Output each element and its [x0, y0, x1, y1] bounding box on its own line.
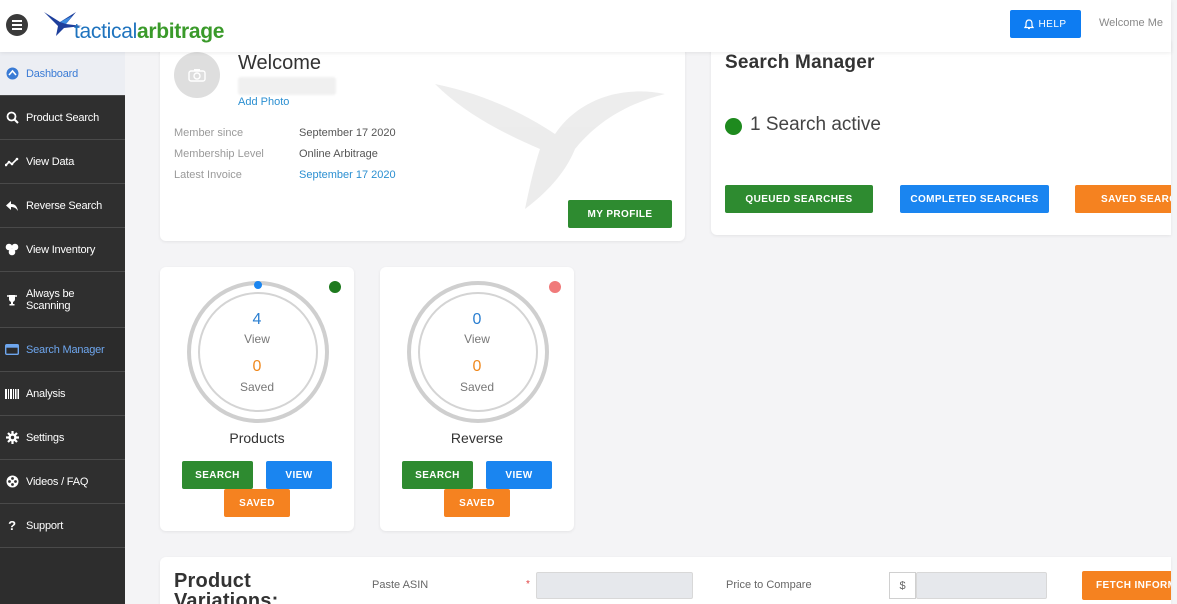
- reverse-saved-count: 0: [472, 358, 482, 375]
- product-variations-card: Product Variations: Paste ASIN * Price t…: [160, 557, 1171, 604]
- reverse-view-label: View: [464, 332, 490, 346]
- sidebar-item-label: Always be Scanning: [26, 287, 75, 312]
- products-search-button[interactable]: SEARCH: [182, 461, 253, 489]
- sidebar-item-always-be-scanning[interactable]: Always be Scanning: [0, 272, 125, 328]
- sidebar-item-videos-faq[interactable]: Videos / FAQ: [0, 460, 125, 504]
- dashboard-icon: [5, 67, 19, 81]
- sidebar-item-analysis[interactable]: Analysis: [0, 372, 125, 416]
- price-input[interactable]: [916, 572, 1047, 599]
- currency-prefix: $: [889, 572, 916, 599]
- user-name-redacted: [238, 77, 336, 95]
- required-mark: *: [526, 579, 530, 590]
- search-icon: [5, 111, 19, 125]
- add-photo-link[interactable]: Add Photo: [238, 96, 289, 108]
- sidebar-item-search-manager[interactable]: Search Manager: [0, 328, 125, 372]
- price-to-compare-label: Price to Compare: [726, 579, 812, 591]
- products-saved-label: Saved: [239, 380, 275, 394]
- ring-indicator-dot: [254, 281, 262, 289]
- products-view-count: 4: [252, 311, 262, 328]
- sidebar-item-label: Videos / FAQ: [26, 475, 89, 488]
- member-since-value: September 17 2020: [299, 127, 396, 139]
- avatar[interactable]: [174, 52, 220, 98]
- boxes-icon: [5, 243, 19, 257]
- sidebar-item-product-search[interactable]: Product Search: [0, 96, 125, 140]
- sidebar-item-label: View Data: [26, 155, 75, 168]
- sidebar-item-label: Settings: [26, 431, 65, 444]
- member-since-label: Member since: [174, 127, 244, 139]
- products-status-dot: [329, 281, 341, 293]
- user-welcome[interactable]: Welcome Me: [1099, 17, 1163, 29]
- sidebar-item-label: View Inventory: [26, 243, 96, 256]
- latest-invoice-link[interactable]: September 17 2020: [299, 169, 396, 181]
- reply-arrow-icon: [5, 199, 19, 213]
- queued-searches-button[interactable]: QUEUED SEARCHES: [725, 185, 873, 213]
- logo-text: tacticalarbitrage: [74, 20, 225, 43]
- paste-asin-label: Paste ASIN: [372, 579, 429, 591]
- membership-level-label: Membership Level: [174, 148, 264, 160]
- sidebar-item-dashboard[interactable]: Dashboard: [0, 52, 125, 96]
- film-reel-icon: [5, 475, 19, 489]
- sidebar-item-settings[interactable]: Settings: [0, 416, 125, 460]
- reverse-view-button[interactable]: VIEW: [486, 461, 552, 489]
- help-label: HELP: [1038, 18, 1067, 30]
- sidebar-item-label: Search Manager: [26, 343, 105, 356]
- line-chart-icon: [5, 155, 19, 169]
- sidebar-item-support[interactable]: ? Support: [0, 504, 125, 548]
- asin-input[interactable]: [536, 572, 693, 599]
- reverse-card: 0 View 0 Saved Reverse SEARCH VIEW SAVED: [380, 267, 574, 531]
- reverse-ring: [407, 281, 549, 423]
- latest-invoice-label: Latest Invoice: [174, 169, 242, 181]
- sidebar-item-view-data[interactable]: View Data: [0, 140, 125, 184]
- sidebar-item-label: Product Search: [26, 111, 100, 124]
- products-saved-count: 0: [252, 358, 262, 375]
- sidebar-item-label: Analysis: [26, 387, 66, 400]
- reverse-title: Reverse: [450, 430, 504, 446]
- help-button[interactable]: HELP: [1010, 10, 1081, 38]
- bird-watermark-icon: [435, 84, 665, 209]
- my-profile-button[interactable]: MY PROFILE: [568, 200, 672, 228]
- menu-toggle-icon[interactable]: [6, 14, 28, 36]
- fetch-information-button[interactable]: FETCH INFORMATION: [1082, 571, 1171, 600]
- sidebar-item-reverse-search[interactable]: Reverse Search: [0, 184, 125, 228]
- search-manager-card: Search Manager 1 Search active QUEUED SE…: [711, 40, 1171, 235]
- top-bar: tacticalarbitrage HELP Welcome Me: [0, 0, 1171, 52]
- sidebar-item-view-inventory[interactable]: View Inventory: [0, 228, 125, 272]
- reverse-saved-button[interactable]: SAVED: [444, 489, 510, 517]
- bell-icon: [1024, 18, 1035, 29]
- products-ring: [187, 281, 329, 423]
- barcode-icon: [5, 387, 19, 401]
- active-status-dot: [725, 118, 742, 135]
- reverse-saved-label: Saved: [459, 380, 495, 394]
- completed-searches-button[interactable]: COMPLETED SEARCHES: [900, 185, 1049, 213]
- saved-searches-button[interactable]: SAVED SEARCHES: [1075, 185, 1171, 213]
- sidebar: Dashboard Product Search View Data Rever…: [0, 52, 125, 604]
- trophy-icon: [5, 293, 19, 307]
- sidebar-item-label: Support: [26, 519, 64, 532]
- camera-icon: [188, 69, 206, 82]
- welcome-title: Welcome: [238, 52, 321, 74]
- products-saved-button[interactable]: SAVED: [224, 489, 290, 517]
- reverse-search-button[interactable]: SEARCH: [402, 461, 473, 489]
- search-manager-title: Search Manager: [725, 52, 875, 73]
- sidebar-item-label: Reverse Search: [26, 199, 103, 212]
- active-search-count: 1 Search active: [750, 114, 881, 135]
- products-card: 4 View 0 Saved Products SEARCH VIEW SAVE…: [160, 267, 354, 531]
- reverse-status-dot: [549, 281, 561, 293]
- products-view-button[interactable]: VIEW: [266, 461, 332, 489]
- sidebar-item-label: Dashboard: [26, 67, 79, 80]
- reverse-view-count: 0: [472, 311, 482, 328]
- product-variations-title: Product Variations:: [174, 570, 279, 604]
- products-view-label: View: [244, 332, 270, 346]
- window-icon: [5, 343, 19, 357]
- gear-icon: [5, 431, 19, 445]
- welcome-card: Welcome Add Photo Member since September…: [160, 40, 685, 241]
- question-icon: ?: [8, 518, 16, 533]
- membership-level-value: Online Arbitrage: [299, 148, 378, 160]
- products-title: Products: [229, 430, 285, 446]
